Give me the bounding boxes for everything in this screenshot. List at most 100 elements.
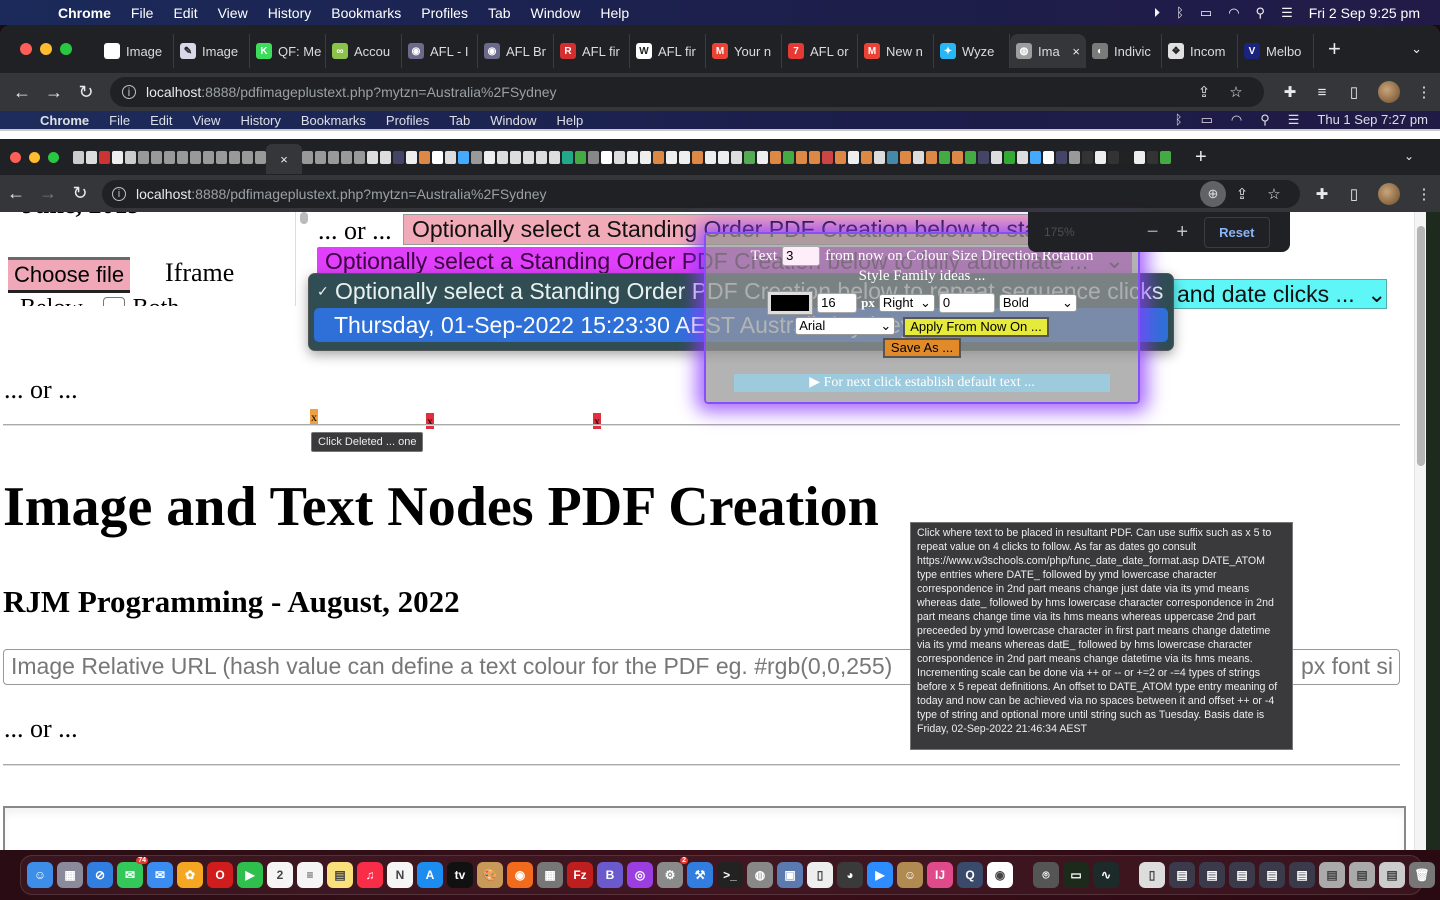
dock-app-store-icon[interactable]: A: [417, 862, 443, 888]
inner-tab-favicon-icon[interactable]: [151, 150, 162, 164]
inner-tab-favicon-icon[interactable]: [302, 150, 313, 164]
click-marker-x[interactable]: x: [593, 413, 601, 429]
inner-tab-favicon-icon[interactable]: [796, 150, 807, 164]
tab-11[interactable]: ✦ Wyze: [934, 34, 1010, 68]
back-arrow-icon[interactable]: ←: [6, 82, 38, 103]
default-text-details-toggle[interactable]: ▶ For next click establish default text …: [734, 374, 1110, 392]
zoom-magnifier-icon[interactable]: ⊕: [1200, 180, 1226, 207]
dock-bbedit-icon[interactable]: B: [597, 862, 623, 888]
save-as-button[interactable]: Save As ...: [882, 338, 962, 358]
inner-tab-favicon-icon[interactable]: [229, 150, 240, 164]
inner-tab-favicon-icon[interactable]: [731, 150, 742, 164]
bluetooth-icon[interactable]: ᛒ: [1176, 5, 1184, 20]
inner-tab-favicon-icon[interactable]: [73, 150, 84, 164]
inner-tab-favicon-icon[interactable]: [164, 150, 175, 164]
inner-active-tab[interactable]: ×: [266, 144, 302, 174]
search-icon[interactable]: ⚲: [1256, 5, 1266, 21]
inner-tab-favicon-icon[interactable]: [757, 150, 768, 164]
inner-tab-favicon-icon[interactable]: [692, 150, 703, 164]
inner-tab-favicon-icon[interactable]: [1095, 150, 1106, 164]
inner-tab-favicon-icon[interactable]: [952, 150, 963, 164]
inner-tab-favicon-icon[interactable]: [1004, 150, 1015, 164]
inner-tab-favicon-icon[interactable]: [549, 150, 560, 164]
font-family-select[interactable]: Arial ⌄: [795, 317, 896, 335]
inner-tab-favicon-icon[interactable]: [965, 150, 976, 164]
inner-zoom-window-button[interactable]: [48, 151, 59, 163]
dock-quicktime-icon[interactable]: Q: [957, 862, 983, 888]
inner-tab-favicon-icon[interactable]: [601, 150, 612, 164]
font-size-input[interactable]: 16: [817, 293, 858, 313]
control-center-icon[interactable]: ☰: [1281, 5, 1293, 21]
tab-1[interactable]: ✎ Image: [174, 34, 250, 68]
bookmark-star-icon[interactable]: ☆: [1220, 83, 1252, 101]
inner-tab-favicon-icon[interactable]: [1108, 150, 1119, 164]
inner-tab-favicon-icon[interactable]: [1121, 150, 1132, 164]
inner-tab-favicon-icon[interactable]: [216, 150, 227, 164]
tab-7[interactable]: W AFL fir: [630, 34, 706, 68]
inner-tab-favicon-icon[interactable]: [718, 150, 729, 164]
rotation-input[interactable]: 0: [938, 293, 995, 313]
extensions-puzzle-icon[interactable]: ✚: [1274, 83, 1306, 101]
inner-tab-favicon-icon[interactable]: [640, 150, 651, 164]
tab-8[interactable]: M Your n: [706, 34, 782, 68]
inner-tab-favicon-icon[interactable]: [406, 150, 417, 164]
dock-screenshot-icon[interactable]: ⌾: [1033, 862, 1059, 888]
inner-tab-favicon-icon[interactable]: [926, 150, 937, 164]
dock-window-3-icon[interactable]: ▤: [1229, 862, 1255, 888]
inner-tab-favicon-icon[interactable]: [138, 150, 149, 164]
dock-finder-icon[interactable]: ☺: [27, 862, 53, 888]
inner-site-info-icon[interactable]: i: [112, 186, 126, 201]
menu-tab[interactable]: Tab: [488, 5, 511, 21]
both-checkbox[interactable]: [102, 297, 125, 306]
menu-window[interactable]: Window: [531, 5, 581, 21]
dock-window-2-icon[interactable]: ▤: [1199, 862, 1225, 888]
inner-tab-favicon-icon[interactable]: [510, 150, 521, 164]
inner-tab-favicon-icon[interactable]: [848, 150, 859, 164]
inner-tab-favicon-icon[interactable]: [112, 150, 123, 164]
inner-tab-favicon-icon[interactable]: [1056, 150, 1067, 164]
dock-contacts-icon[interactable]: ☺: [897, 862, 923, 888]
tab-12[interactable]: ◍ Ima ×: [1010, 34, 1086, 68]
dock-document-icon[interactable]: ▯: [1139, 862, 1165, 888]
dock-paint-icon[interactable]: 🎨: [477, 862, 503, 888]
inner-tab-favicon-icon[interactable]: [913, 150, 924, 164]
zoom-reset-button[interactable]: Reset: [1204, 216, 1270, 248]
address-bar[interactable]: i localhost:8888/pdfimageplustext.php?my…: [110, 77, 1264, 107]
text-area[interactable]: [3, 806, 1406, 850]
inner-tab-favicon-icon[interactable]: [1147, 150, 1158, 164]
inner-tab-favicon-icon[interactable]: [536, 150, 547, 164]
inner-tab-favicon-icon[interactable]: [900, 150, 911, 164]
inner-tab-favicon-icon[interactable]: [783, 150, 794, 164]
menu-view[interactable]: View: [218, 5, 248, 21]
inner-tab-favicon-icon[interactable]: [939, 150, 950, 164]
inner-close-tab-icon[interactable]: ×: [280, 152, 288, 167]
dock-chrome-icon[interactable]: ◉: [987, 862, 1013, 888]
tab-15[interactable]: V Melbo: [1238, 34, 1314, 68]
inner-extensions-puzzle-icon[interactable]: ✚: [1306, 185, 1338, 203]
dock-window-4-icon[interactable]: ▤: [1259, 862, 1285, 888]
zoom-out-button[interactable]: −: [1147, 221, 1159, 244]
inner-tab-favicon-icon[interactable]: [497, 150, 508, 164]
dock-intellij-icon[interactable]: IJ: [927, 862, 953, 888]
inner-new-tab-button[interactable]: +: [1195, 146, 1207, 169]
menu-profiles[interactable]: Profiles: [421, 5, 468, 21]
inner-tab-favicon-icon[interactable]: [770, 150, 781, 164]
page-scrollbar-thumb[interactable]: [1417, 226, 1425, 466]
inner-tab-favicon-icon[interactable]: [315, 150, 326, 164]
share-icon[interactable]: ⇪: [1188, 83, 1220, 101]
menu-help[interactable]: Help: [600, 5, 629, 21]
dock-libreoffice-icon[interactable]: ▯: [807, 862, 833, 888]
dock-window-5-icon[interactable]: ▤: [1289, 862, 1315, 888]
inner-tab-favicon-icon[interactable]: [1069, 150, 1080, 164]
tab-0[interactable]: Image: [98, 34, 174, 68]
tab-6[interactable]: R AFL fir: [554, 34, 630, 68]
reload-icon[interactable]: ↻: [70, 82, 102, 103]
inner-tab-favicon-icon[interactable]: [354, 150, 365, 164]
click-marker-x[interactable]: x: [310, 409, 318, 425]
reading-list-icon[interactable]: ≡: [1306, 84, 1338, 101]
inner-tab-favicon-icon[interactable]: [588, 150, 599, 164]
inner-tab-favicon-icon[interactable]: [1043, 150, 1054, 164]
inner-tab-favicon-icon[interactable]: [874, 150, 885, 164]
inner-tab-favicon-icon[interactable]: [1160, 150, 1171, 164]
dock-photos-icon[interactable]: ✿: [177, 862, 203, 888]
